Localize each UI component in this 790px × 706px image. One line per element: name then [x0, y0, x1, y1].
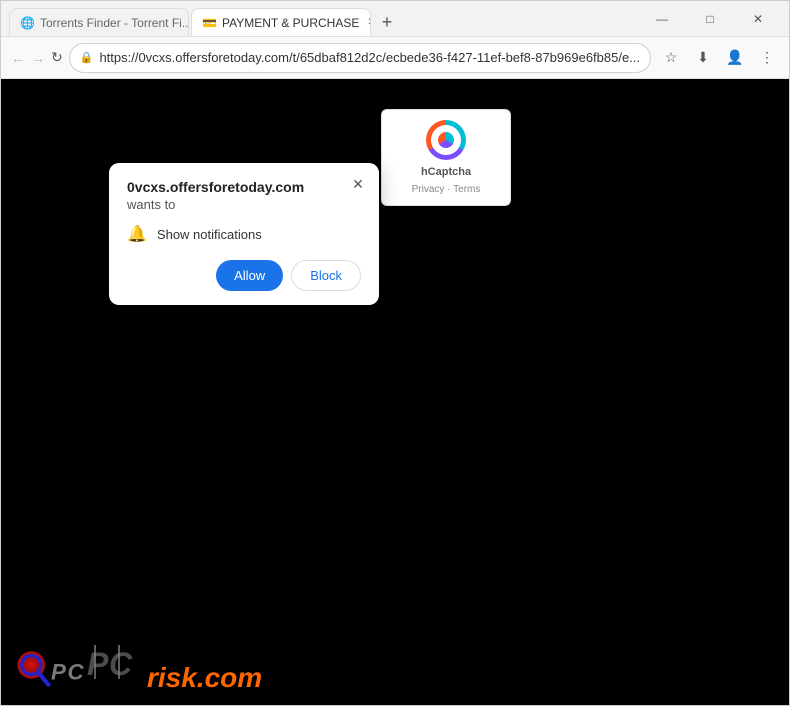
- popup-close-button[interactable]: ✕: [347, 173, 369, 195]
- allow-button[interactable]: Allow: [216, 260, 283, 291]
- hcaptcha-links: Privacy · Terms: [412, 184, 481, 195]
- tab-favicon-2: 💳: [202, 16, 216, 30]
- title-bar: 🌐 Torrents Finder - Torrent Fi... ✕ 💳 PA…: [1, 1, 789, 37]
- address-input[interactable]: 🔒 https://0vcxs.offersforetoday.com/t/65…: [69, 43, 651, 73]
- bell-icon: 🔔: [127, 224, 147, 244]
- minimize-button[interactable]: —: [639, 3, 685, 35]
- tab-label-1: Torrents Finder - Torrent Fi...: [40, 16, 189, 30]
- popup-wants-text: wants to: [127, 197, 361, 212]
- download-button[interactable]: ⬇: [689, 44, 717, 72]
- tab-torrents-finder[interactable]: 🌐 Torrents Finder - Torrent Fi... ✕: [9, 8, 189, 36]
- page-content: hCaptcha Privacy · Terms ✕ 0vcxs.offersf…: [1, 79, 789, 705]
- close-button[interactable]: ✕: [735, 3, 781, 35]
- hcaptcha-logo-inner: [431, 125, 461, 155]
- pcrisk-pc-icon: PC: [11, 635, 91, 695]
- tab-close-2[interactable]: ✕: [367, 15, 371, 31]
- maximize-button[interactable]: □: [687, 3, 733, 35]
- hcaptcha-logo: [426, 120, 466, 160]
- address-bar-actions: ☆ ⬇ 👤 ⋮: [657, 44, 781, 72]
- lock-icon: 🔒: [80, 51, 94, 64]
- bookmark-button[interactable]: ☆: [657, 44, 685, 72]
- menu-button[interactable]: ⋮: [753, 44, 781, 72]
- tab-payment[interactable]: 💳 PAYMENT & PURCHASE ✕: [191, 8, 371, 36]
- hcaptcha-widget: hCaptcha Privacy · Terms: [381, 109, 511, 206]
- popup-action-buttons: Allow Block: [127, 260, 361, 291]
- address-text: https://0vcxs.offersforetoday.com/t/65db…: [99, 50, 640, 65]
- forward-button[interactable]: →: [31, 44, 45, 72]
- reload-button[interactable]: ↻: [51, 44, 63, 72]
- address-bar: ← → ↻ 🔒 https://0vcxs.offersforetoday.co…: [1, 37, 789, 79]
- popup-notification-row: 🔔 Show notifications: [127, 224, 361, 244]
- back-button[interactable]: ←: [11, 44, 25, 72]
- profile-button[interactable]: 👤: [721, 44, 749, 72]
- popup-site-name: 0vcxs.offersforetoday.com: [127, 179, 361, 195]
- svg-text:PC: PC: [51, 660, 85, 685]
- pcrisk-slash-icon: P C: [87, 637, 147, 687]
- tab-label-2: PAYMENT & PURCHASE: [222, 16, 359, 30]
- browser-window: 🌐 Torrents Finder - Torrent Fi... ✕ 💳 PA…: [0, 0, 790, 706]
- tab-favicon-1: 🌐: [20, 16, 34, 30]
- pcrisk-text-area: P C risk.com: [87, 637, 262, 694]
- new-tab-button[interactable]: +: [373, 8, 401, 36]
- hcaptcha-label: hCaptcha: [421, 166, 471, 178]
- block-button[interactable]: Block: [291, 260, 361, 291]
- svg-text:C: C: [109, 646, 133, 682]
- popup-notification-text: Show notifications: [157, 227, 262, 242]
- notification-permission-popup: ✕ 0vcxs.offersforetoday.com wants to 🔔 S…: [109, 163, 379, 305]
- pcrisk-suffix: risk.com: [147, 662, 262, 694]
- window-controls: — □ ✕: [639, 3, 781, 35]
- tab-bar: 🌐 Torrents Finder - Torrent Fi... ✕ 💳 PA…: [9, 1, 635, 36]
- pcrisk-logo: PC P C risk.com: [11, 635, 262, 695]
- hcaptcha-logo-dot: [438, 132, 454, 148]
- svg-text:P: P: [87, 646, 109, 682]
